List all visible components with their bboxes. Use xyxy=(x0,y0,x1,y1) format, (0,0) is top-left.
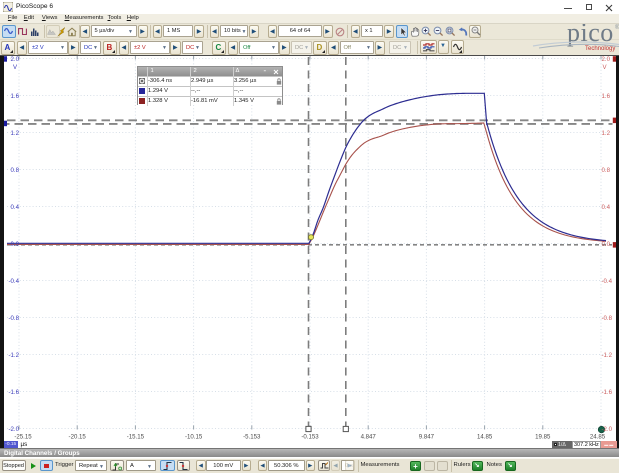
svg-text:1.6: 1.6 xyxy=(11,93,20,100)
svg-text:0.0: 0.0 xyxy=(11,241,20,248)
svg-text:-1.2: -1.2 xyxy=(602,352,613,359)
svg-text:-2.0: -2.0 xyxy=(602,426,613,433)
svg-text:1.2: 1.2 xyxy=(602,130,611,137)
svg-text:-0.8: -0.8 xyxy=(8,315,19,322)
svg-text:V: V xyxy=(13,64,18,71)
svg-text:-1.6: -1.6 xyxy=(8,389,19,396)
svg-text:-15.15: -15.15 xyxy=(127,434,145,441)
svg-text:0.0: 0.0 xyxy=(602,241,611,248)
svg-text:0.4: 0.4 xyxy=(602,204,611,211)
svg-text:-5.153: -5.153 xyxy=(243,434,261,441)
svg-text:1.2: 1.2 xyxy=(11,130,20,137)
svg-text:V: V xyxy=(603,64,608,71)
svg-text:24.85: 24.85 xyxy=(590,434,606,441)
svg-text:-1.2: -1.2 xyxy=(8,352,19,359)
svg-text:-0.8: -0.8 xyxy=(602,315,613,322)
svg-text:-2.0: -2.0 xyxy=(8,426,19,433)
svg-text:-0.4: -0.4 xyxy=(8,278,19,285)
svg-text:0.8: 0.8 xyxy=(11,167,20,174)
svg-text:-20.15: -20.15 xyxy=(69,434,87,441)
svg-text:4.847: 4.847 xyxy=(361,434,377,441)
svg-text:-1.6: -1.6 xyxy=(602,389,613,396)
svg-text:14.85: 14.85 xyxy=(477,434,493,441)
svg-text:9.847: 9.847 xyxy=(419,434,435,441)
svg-text:-0.4: -0.4 xyxy=(602,278,613,285)
svg-text:2.0: 2.0 xyxy=(602,56,611,63)
svg-text:-10.15: -10.15 xyxy=(185,434,203,441)
svg-text:19.85: 19.85 xyxy=(535,434,551,441)
svg-text:-0.153: -0.153 xyxy=(301,434,319,441)
svg-text:1.6: 1.6 xyxy=(602,93,611,100)
svg-text:2.0: 2.0 xyxy=(11,56,20,63)
svg-text:0.8: 0.8 xyxy=(602,167,611,174)
svg-text:0.4: 0.4 xyxy=(11,204,20,211)
